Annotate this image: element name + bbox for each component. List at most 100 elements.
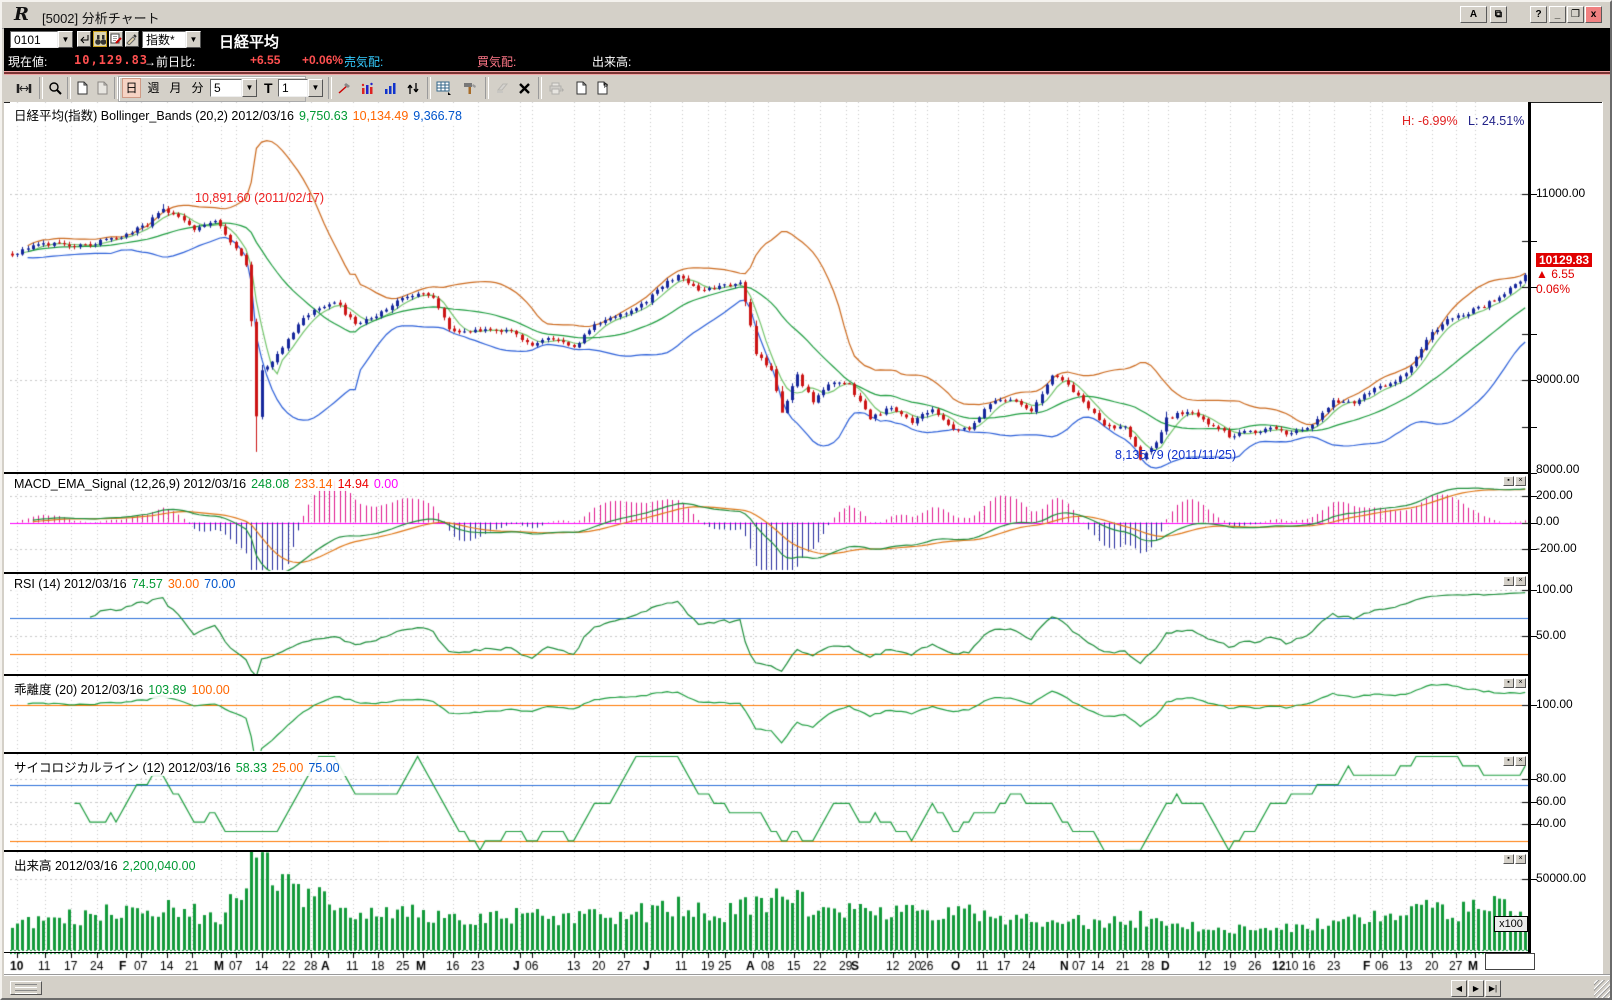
panel-separator[interactable] [4, 752, 1528, 754]
symbol-name: 日経平均 [219, 31, 279, 52]
panel-separator[interactable] [4, 572, 1528, 574]
macd-axis-label: -200.00 [1536, 541, 1577, 555]
titlebar[interactable]: R [5002] 分析チャート A ⧉ ? _ ❐ x [2, 2, 1610, 29]
delete-all-button[interactable] [513, 77, 535, 99]
resize-grip[interactable] [1594, 980, 1610, 998]
price-chart-canvas[interactable] [10, 102, 1528, 472]
price-header-value-2: 10,134.49 [353, 109, 409, 123]
restore-button[interactable]: ❐ [1567, 6, 1584, 23]
export-page-button[interactable]: P [592, 77, 612, 99]
minimize-button[interactable]: _ [1549, 6, 1566, 23]
macd-header-value-3: 14.94 [338, 477, 369, 491]
kairi-header-value-1: 103.89 [148, 683, 186, 697]
macd-axis-label: 200.00 [1536, 488, 1573, 502]
eraser-button[interactable] [490, 77, 512, 99]
change-pct-value: +0.06% [302, 53, 343, 67]
close-button[interactable]: x [1585, 6, 1602, 23]
scroll-left-button[interactable]: ◀ [1451, 980, 1467, 997]
price-axis-label: ▲ 6.55 [1536, 267, 1575, 281]
axis-tick [1531, 590, 1537, 591]
rsi-header-value-2: 30.00 [168, 577, 199, 591]
font-button[interactable]: A [1460, 6, 1487, 23]
kairi-header-value-2: 100.00 [191, 683, 229, 697]
right-scroll-strip[interactable] [1602, 102, 1612, 974]
rsi-axis-label: 100.00 [1536, 582, 1573, 596]
print-button[interactable] [543, 77, 569, 99]
rsi-panel-close-button[interactable]: × [1515, 576, 1526, 586]
memo-button[interactable] [109, 31, 123, 47]
page-icon: P [596, 81, 609, 95]
category-select[interactable]: 指数* [142, 31, 186, 48]
macd-panel-close-button[interactable]: × [1515, 476, 1526, 486]
period-day-button[interactable]: 日 [122, 78, 141, 98]
ticks-dropdown-button[interactable]: ▼ [308, 79, 323, 97]
bottom-scrollbar[interactable] [4, 974, 1612, 1000]
panel-separator[interactable] [4, 674, 1528, 676]
period-minute-button[interactable]: 分 [188, 78, 207, 98]
blue-bars-icon [383, 82, 398, 95]
chart-type-bars-button[interactable] [356, 77, 378, 99]
vol-panel-close-button[interactable]: × [1515, 854, 1526, 864]
eraser-icon [494, 82, 509, 94]
hammer-icon [462, 81, 478, 95]
copy-window-button[interactable]: ⧉ [1490, 6, 1507, 23]
psych-panel-close-button[interactable]: × [1515, 756, 1526, 766]
new-page-button[interactable] [72, 77, 92, 99]
kairi-panel-minimize-button[interactable]: ▪ [1503, 678, 1514, 688]
psych-axis-label: 40.00 [1536, 816, 1566, 830]
macd-header-value-2: 233.14 [294, 477, 332, 491]
vol-axis-label: 50000.00 [1536, 871, 1586, 885]
window-title: [5002] 分析チャート [42, 8, 160, 27]
grid-layout-button[interactable] [432, 77, 456, 99]
ticks-select[interactable]: 1 [278, 79, 308, 97]
scroll-right-button[interactable]: ▶ [1468, 980, 1484, 997]
psych-panel-minimize-button[interactable]: ▪ [1503, 756, 1514, 766]
category-dropdown-button[interactable]: ▼ [186, 31, 201, 48]
vol-panel-minimize-button[interactable]: ▪ [1503, 854, 1514, 864]
scroll-end-button[interactable]: ▶| [1485, 980, 1501, 997]
clear-draw-button[interactable] [125, 31, 139, 47]
restore-page-button[interactable] [92, 77, 112, 99]
enter-button[interactable] [77, 31, 91, 47]
up-down-arrows-icon [406, 82, 420, 95]
rsi-axis-label: 50.00 [1536, 628, 1566, 642]
search-button[interactable] [93, 31, 107, 47]
scroll-thumb[interactable] [10, 981, 42, 995]
volume-chart-canvas[interactable] [10, 852, 1528, 952]
price-header-value-1: 9,750.63 [299, 109, 348, 123]
kairi-panel-header: 乖離度 (20) 2012/03/16103.89100.00 [12, 679, 237, 698]
axis-tick [1531, 549, 1537, 550]
rsi-panel-minimize-button[interactable]: ▪ [1503, 576, 1514, 586]
panel-separator[interactable] [4, 472, 1528, 474]
trendline-button[interactable] [333, 77, 355, 99]
help-button[interactable]: ? [1530, 6, 1547, 23]
macd-header-value-0: MACD_EMA_Signal (12,26,9) 2012/03/16 [14, 477, 246, 491]
settings-tools-button[interactable] [458, 77, 482, 99]
volume-panel-header: 出来高 2012/03/162,200,040.00 [12, 855, 203, 874]
range-select-button[interactable] [12, 77, 36, 99]
panel-separator[interactable] [4, 850, 1528, 852]
prev-diff-label: →前日比: [144, 53, 195, 70]
volume-multiplier-badge: x100 [1494, 916, 1528, 932]
minutes-select[interactable]: 5 [210, 79, 242, 97]
period-week-button[interactable]: 週 [144, 78, 163, 98]
code-input[interactable]: 0101 [10, 31, 58, 48]
zoom-button[interactable] [44, 77, 66, 99]
code-dropdown-button[interactable]: ▼ [58, 31, 73, 48]
trendline-icon [337, 82, 352, 95]
save-page-button[interactable] [571, 77, 591, 99]
axis-baseline [4, 952, 1528, 953]
period-month-button[interactable]: 月 [166, 78, 185, 98]
printer-icon [548, 82, 565, 95]
sort-updown-button[interactable] [402, 77, 424, 99]
kairi-panel-close-button[interactable]: × [1515, 678, 1526, 688]
vol-header-value-0: 出来高 2012/03/16 [14, 859, 118, 873]
kairi-chart-canvas[interactable] [10, 676, 1528, 752]
memo-pencil-icon [110, 33, 122, 45]
volume-label: 出来高: [592, 53, 631, 70]
enter-icon [78, 34, 90, 45]
chart-type-volume-button[interactable] [379, 77, 401, 99]
kairi-axis-label: 100.00 [1536, 697, 1573, 711]
macd-panel-minimize-button[interactable]: ▪ [1503, 476, 1514, 486]
minutes-dropdown-button[interactable]: ▼ [242, 79, 257, 97]
